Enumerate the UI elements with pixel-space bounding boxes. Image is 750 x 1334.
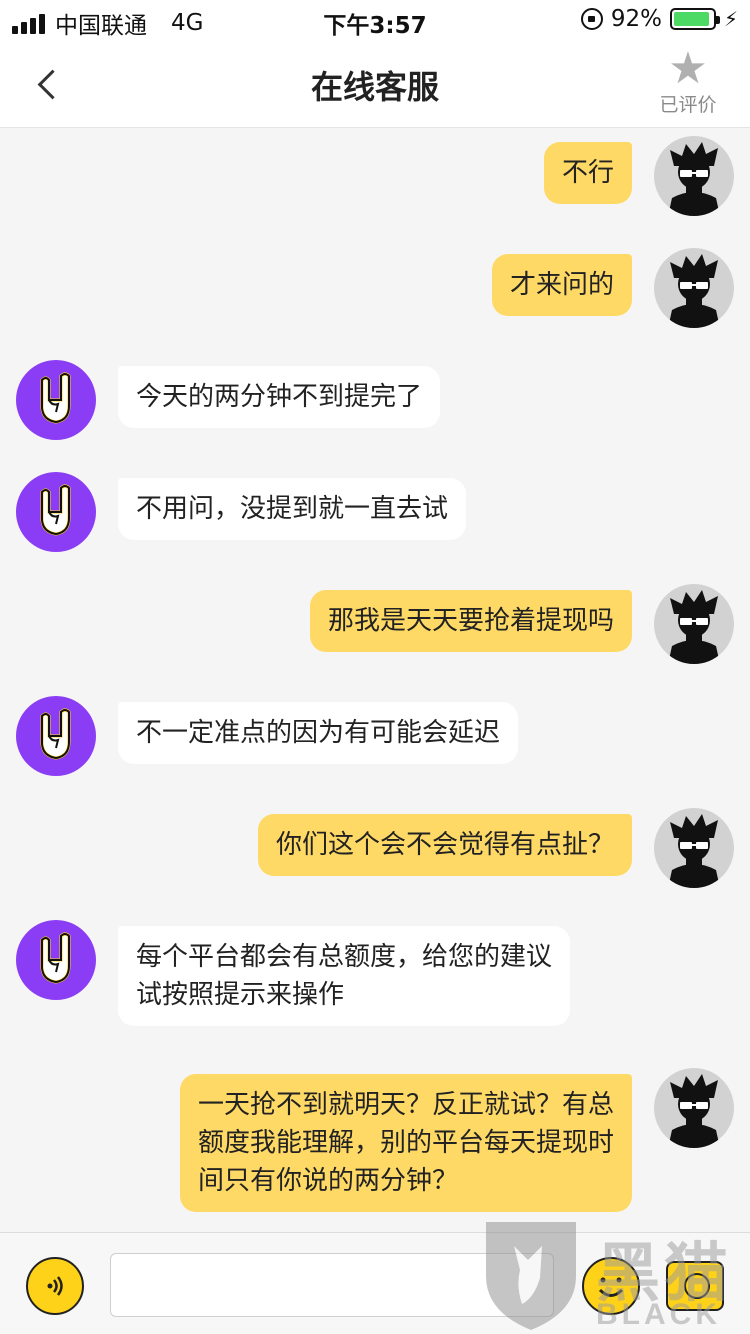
status-bar: 中国联通 4G 下午3:57 92% ⚡ [0, 0, 750, 40]
chat-bubble-user: 才来问的 [491, 254, 632, 316]
emoji-icon [598, 1277, 624, 1297]
chat-bubble-agent: 不一定准点的因为有可能会延迟 [118, 702, 519, 764]
person-sunglasses-icon [668, 814, 720, 888]
battery-percent: 92% [610, 6, 662, 32]
chat-bubble-user: 你们这个会不会觉得有点扯？ [257, 814, 632, 876]
agent-avatar[interactable] [16, 696, 96, 776]
agent-avatar[interactable] [16, 472, 96, 552]
rock-hand-icon [40, 484, 71, 536]
user-avatar[interactable] [654, 808, 734, 888]
rotation-lock-icon [580, 8, 603, 30]
voice-button[interactable] [26, 1257, 84, 1315]
person-sunglasses-icon [668, 590, 720, 664]
chat-bubble-user: 那我是天天要抢着提现吗 [309, 590, 632, 652]
rock-hand-icon [40, 932, 71, 984]
chat-list[interactable]: 不行 才来问的 今天的两分钟不到提完了 不用问，没提到就一直去试 那我是天天要抢… [0, 128, 750, 1232]
person-sunglasses-icon [668, 142, 720, 216]
rock-hand-icon [40, 708, 71, 760]
chat-bubble-agent: 今天的两分钟不到提完了 [118, 366, 441, 428]
agent-avatar[interactable] [16, 920, 96, 1000]
battery-icon [669, 8, 720, 30]
person-sunglasses-icon [668, 1074, 720, 1148]
status-right: 92% ⚡ [580, 6, 738, 32]
chat-bubble-agent: 每个平台都会有总额度，给您的建议 试按照提示来操作 [118, 926, 571, 1026]
battery-fill [673, 12, 709, 26]
user-avatar[interactable] [654, 248, 734, 328]
message-input[interactable] [110, 1253, 554, 1317]
nav-bar: 在线客服 ★ 已评价 [0, 40, 750, 128]
user-avatar[interactable] [654, 136, 734, 216]
voice-icon [47, 1276, 63, 1296]
emoji-button[interactable] [582, 1257, 640, 1315]
agent-avatar[interactable] [16, 360, 96, 440]
user-avatar[interactable] [654, 584, 734, 664]
chat-bubble-agent: 不用问，没提到就一直去试 [118, 478, 467, 540]
person-sunglasses-icon [668, 254, 720, 328]
chat-bubble-user: 一天抢不到就明天？反正就试？有总 额度我能理解，别的平台每天提现时 间只有你说的… [179, 1074, 632, 1212]
rate-label: 已评价 [659, 94, 717, 116]
rock-hand-icon [40, 372, 71, 424]
charging-bolt-icon: ⚡ [723, 7, 738, 31]
input-bar [0, 1232, 750, 1334]
star-icon: ★ [668, 43, 708, 94]
page-title: 在线客服 [310, 68, 439, 106]
rate-button[interactable]: ★ 已评价 [656, 46, 720, 117]
camera-button[interactable] [666, 1261, 724, 1311]
chat-bubble-user: 不行 [543, 142, 632, 204]
user-avatar[interactable] [654, 1068, 734, 1148]
